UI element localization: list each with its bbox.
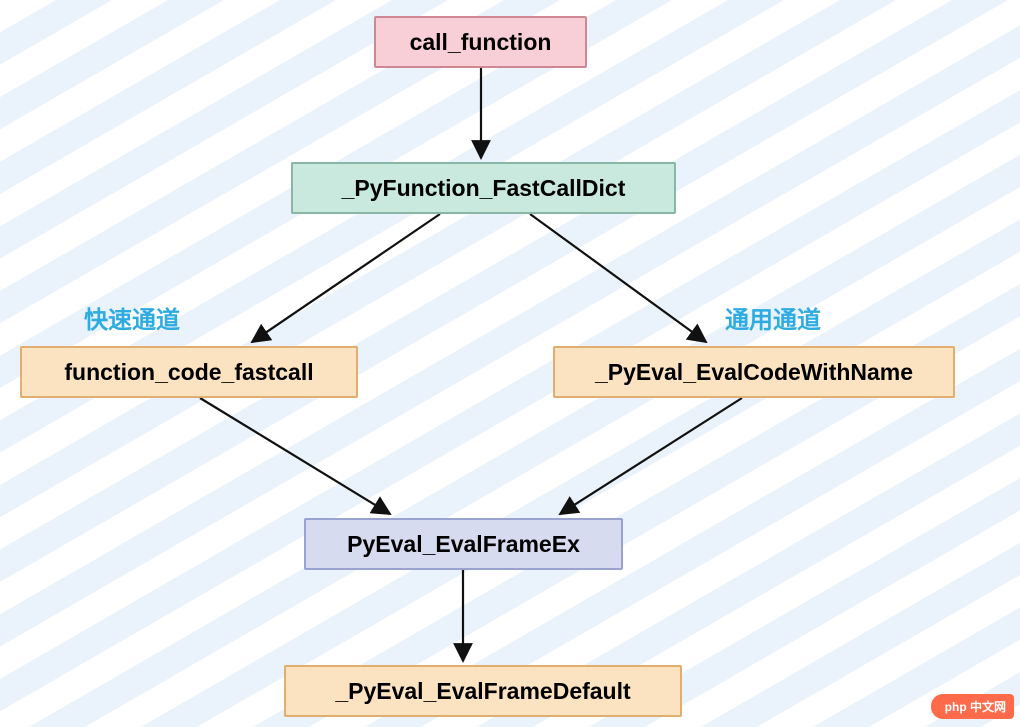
node-label: function_code_fastcall [64, 359, 313, 386]
node-call-function: call_function [374, 16, 587, 68]
node-label: call_function [410, 29, 552, 56]
label-text: 通用通道 [725, 307, 821, 334]
node-function-code-fastcall: function_code_fastcall [20, 346, 358, 398]
watermark-text: php 中文网 [945, 700, 1006, 714]
node-pyfunction-fastcalldict: _PyFunction_FastCallDict [291, 162, 676, 214]
node-pyeval-evalframeex: PyEval_EvalFrameEx [304, 518, 623, 570]
node-label: _PyFunction_FastCallDict [342, 175, 626, 202]
label-fast-path: 快速通道 [84, 300, 180, 335]
node-pyeval-evalframedefault: _PyEval_EvalFrameDefault [284, 665, 682, 717]
node-label: _PyEval_EvalFrameDefault [335, 678, 630, 705]
label-text: 快速通道 [84, 307, 180, 334]
node-pyeval-evalcodewithname: _PyEval_EvalCodeWithName [553, 346, 955, 398]
node-label: PyEval_EvalFrameEx [347, 531, 580, 558]
node-label: _PyEval_EvalCodeWithName [595, 359, 913, 386]
label-generic-path: 通用通道 [725, 300, 821, 335]
watermark-badge: php 中文网 [931, 694, 1014, 719]
